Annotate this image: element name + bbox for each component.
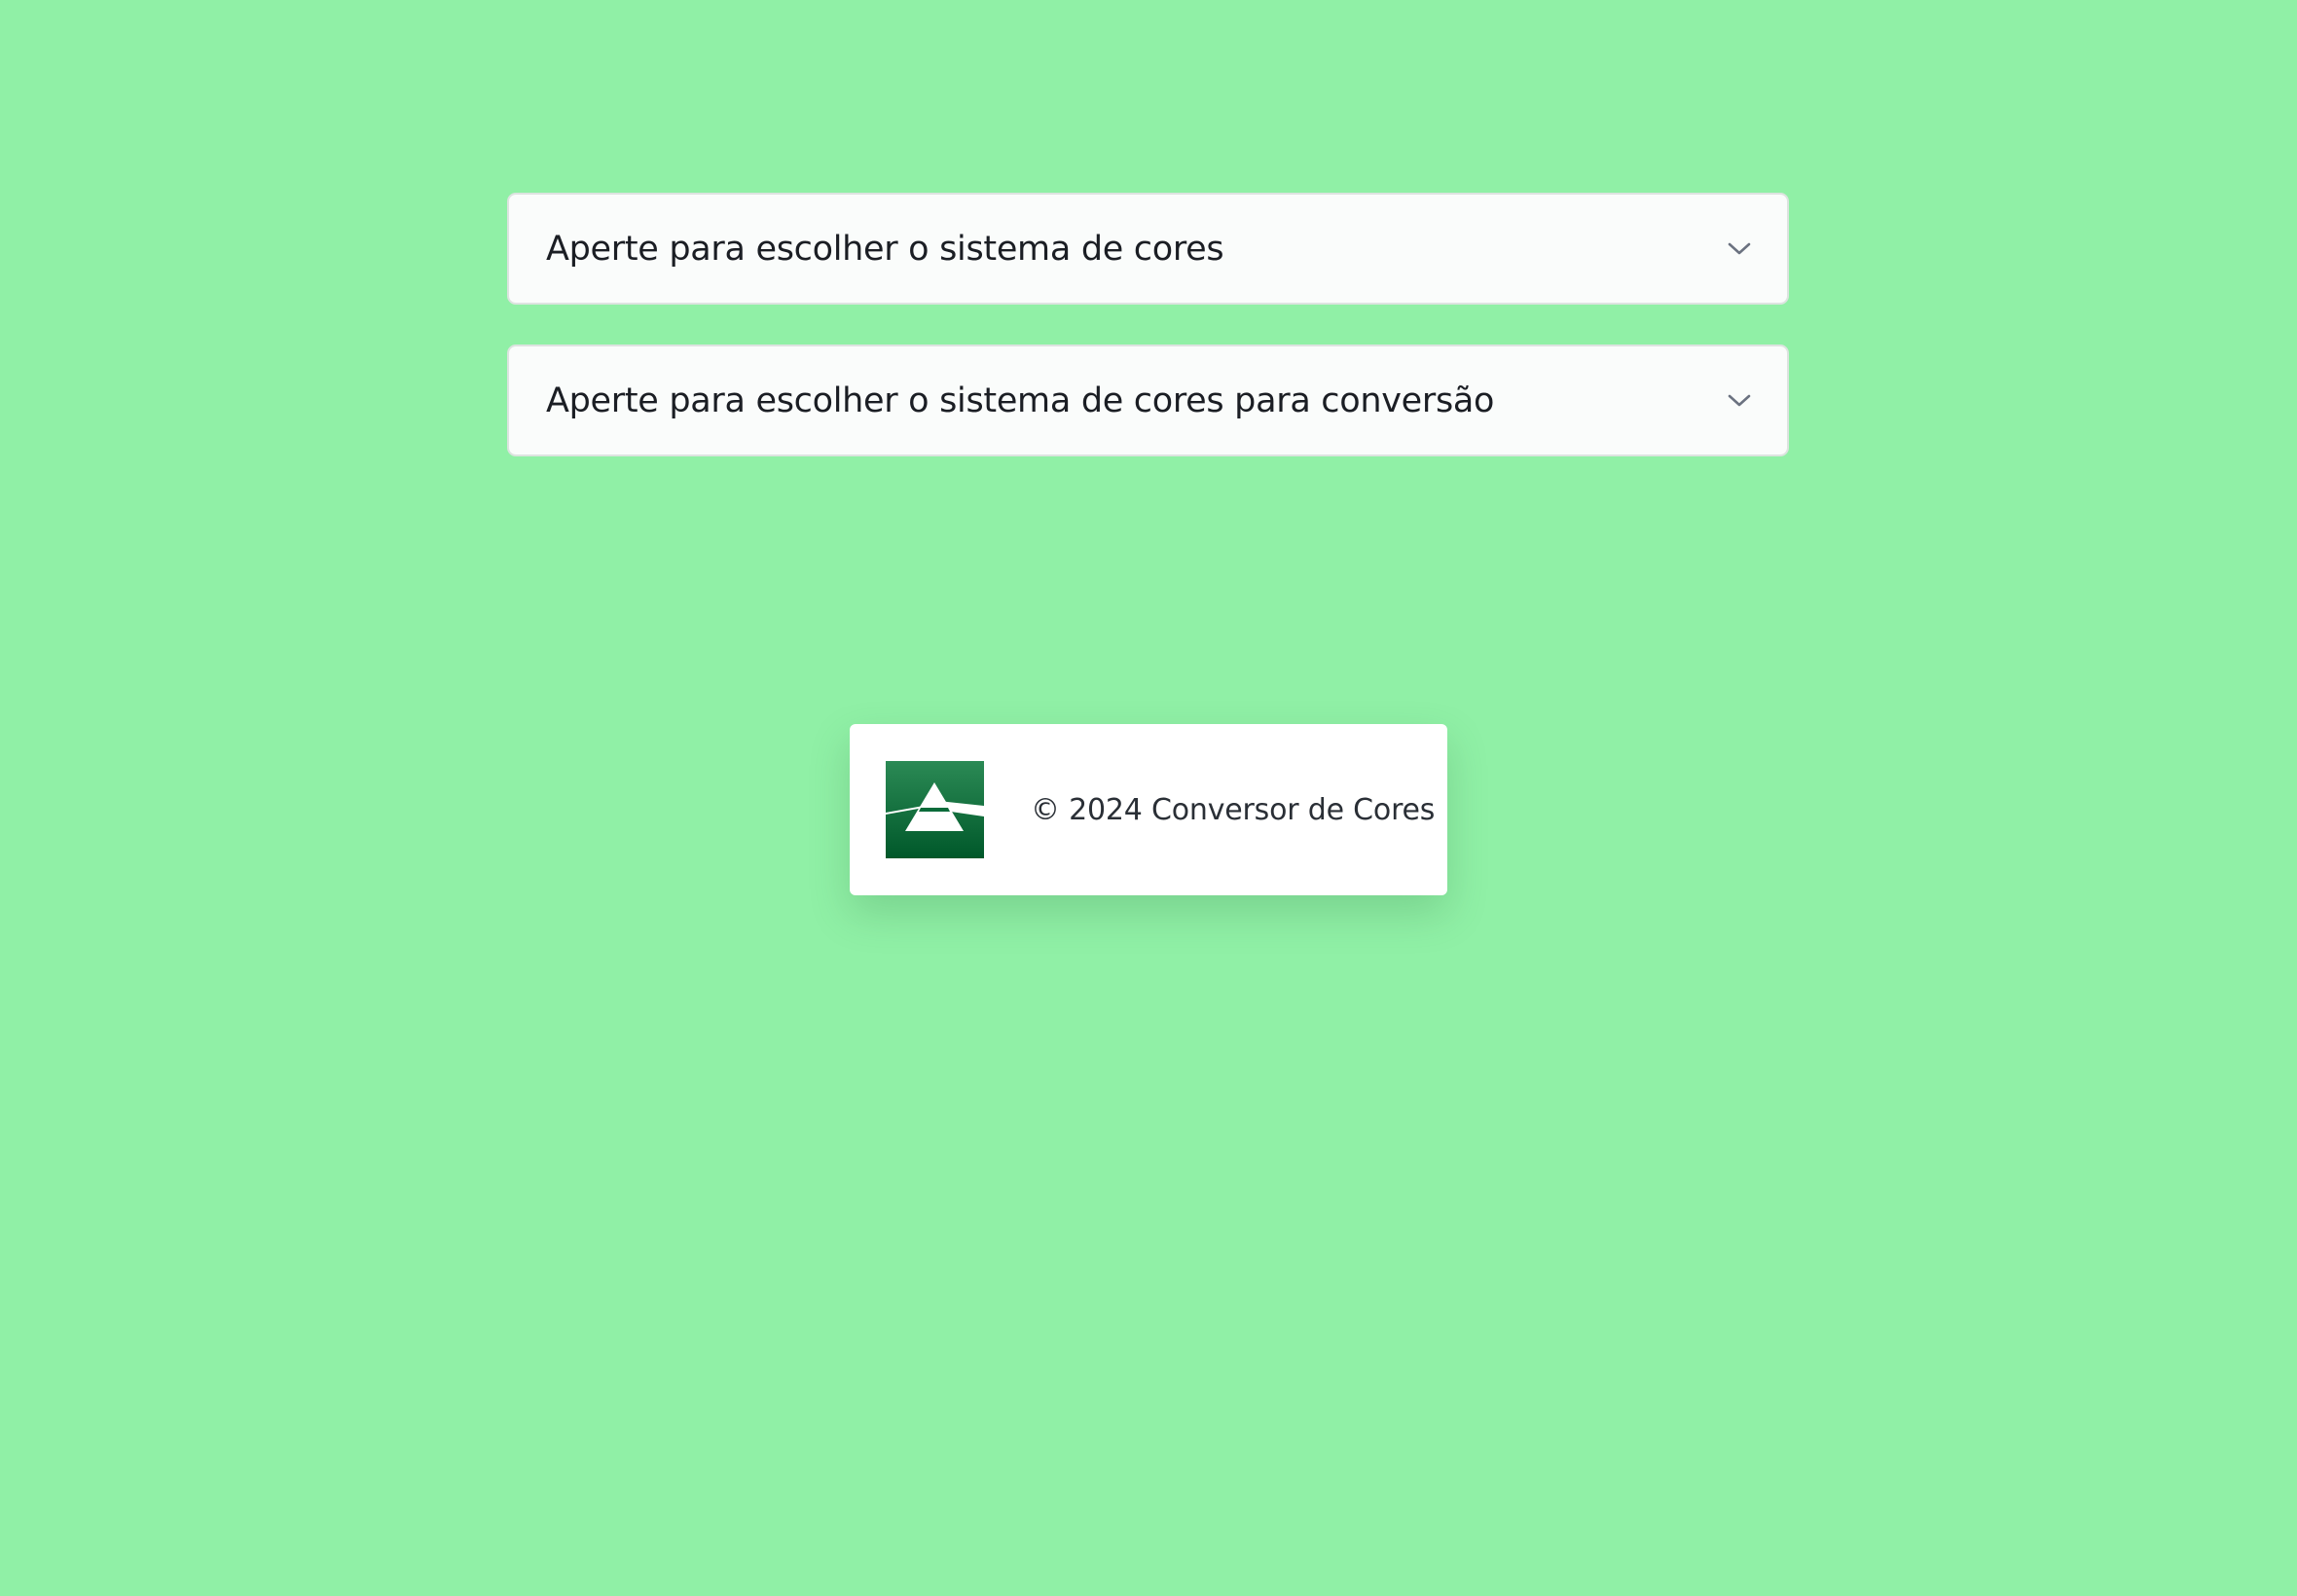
page: Aperte para escolher o sistema de cores … — [0, 0, 2297, 1596]
footer-copyright: © 2024 Conversor de Cores — [1031, 792, 1436, 827]
source-color-system-select[interactable]: Aperte para escolher o sistema de cores — [507, 193, 1789, 305]
chevron-down-icon — [1727, 388, 1752, 414]
prism-logo-icon — [886, 761, 984, 858]
target-color-system-label: Aperte para escolher o sistema de cores … — [546, 381, 1495, 420]
target-color-system-select[interactable]: Aperte para escolher o sistema de cores … — [507, 345, 1789, 456]
footer: © 2024 Conversor de Cores — [850, 724, 1447, 895]
source-color-system-label: Aperte para escolher o sistema de cores — [546, 229, 1224, 269]
chevron-down-icon — [1727, 236, 1752, 262]
